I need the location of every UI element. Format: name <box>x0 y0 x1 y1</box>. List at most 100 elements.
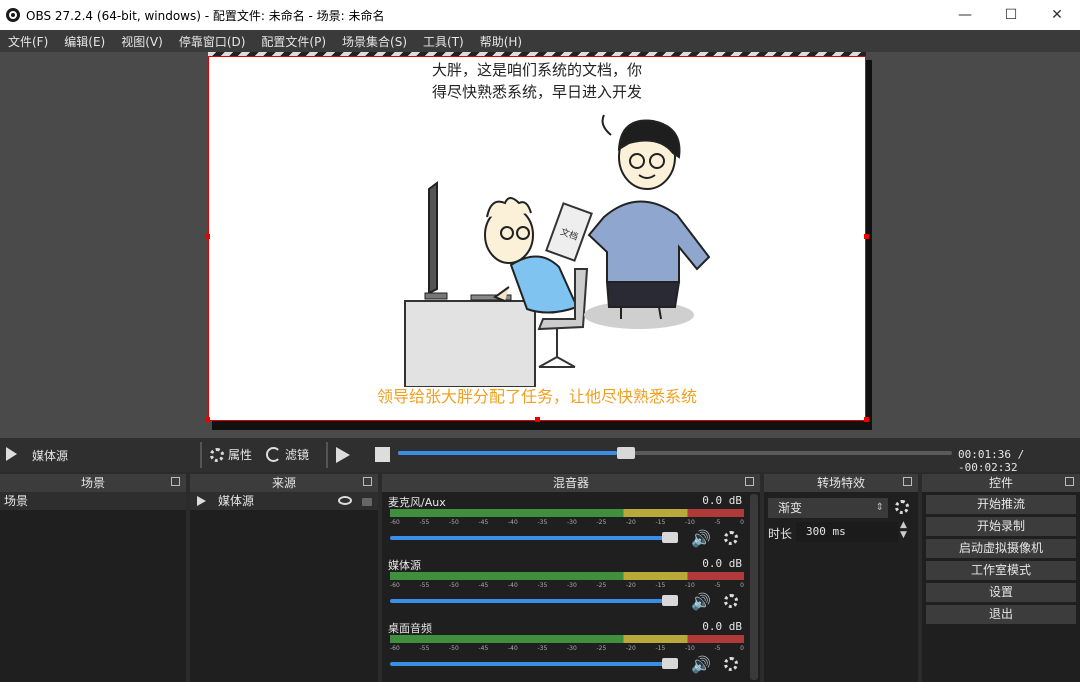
controls-dock: 控件 开始推流 开始录制 启动虚拟摄像机 工作室模式 设置 退出 <box>922 474 1080 682</box>
meter-tick-label: -60 <box>390 645 400 652</box>
caption-bottom: 领导给张大胖分配了任务，让他尽快熟悉系统 <box>376 387 697 406</box>
media-seek-slider[interactable] <box>398 447 952 459</box>
menu-help[interactable]: 帮助(H) <box>472 33 530 50</box>
mixer-channel-db: 0.0 dB <box>702 494 742 507</box>
undock-icon[interactable] <box>171 477 180 486</box>
scene-item[interactable]: 场景 <box>0 492 186 510</box>
resize-handle-l[interactable] <box>205 234 210 239</box>
resize-handle-bl[interactable] <box>205 417 210 422</box>
volume-slider-thumb[interactable] <box>662 658 678 669</box>
undock-icon[interactable] <box>745 477 754 486</box>
volume-slider-thumb[interactable] <box>662 595 678 606</box>
media-play-icon[interactable] <box>336 447 350 463</box>
speaker-icon[interactable]: 🔊 <box>691 655 711 674</box>
preview-area[interactable]: 大胖，这是咱们系统的文档，你 得尽快熟悉系统，早日进入开发 文档 领导给张大胖分… <box>0 52 1080 438</box>
volume-meter <box>390 509 744 517</box>
meter-tick-label: -40 <box>508 519 518 526</box>
scenes-list[interactable]: 场景 <box>0 492 186 682</box>
start-virtual-camera-button[interactable]: 启动虚拟摄像机 <box>926 539 1076 558</box>
meter-tick-label: -30 <box>567 645 577 652</box>
meter-tick-label: 0 <box>740 582 744 589</box>
transition-settings-gear-icon[interactable] <box>895 500 909 514</box>
resize-handle-r[interactable] <box>864 234 869 239</box>
scenes-dock: 场景 场景 <box>0 474 186 682</box>
undock-icon[interactable] <box>903 477 912 486</box>
controls-dock-header: 控件 <box>922 474 1080 492</box>
menu-scene-collection[interactable]: 场景集合(S) <box>334 33 415 50</box>
meter-tick-label: -25 <box>596 582 607 589</box>
menu-view[interactable]: 视图(V) <box>113 33 171 50</box>
properties-button[interactable]: 属性 <box>210 446 252 463</box>
seek-thumb[interactable] <box>616 447 635 459</box>
menu-docks[interactable]: 停靠窗口(D) <box>171 33 254 50</box>
resize-handle-br[interactable] <box>864 417 869 422</box>
meter-tick-label: -60 <box>390 582 400 589</box>
transitions-title: 转场特效 <box>816 476 865 490</box>
meter-tick-label: -5 <box>714 645 721 652</box>
source-item[interactable]: 媒体源 <box>190 492 378 510</box>
media-time: 00:01:36 / -00:02:32 <box>958 448 1025 474</box>
properties-label: 属性 <box>228 448 253 462</box>
speaker-icon[interactable]: 🔊 <box>691 529 711 548</box>
close-button[interactable]: ✕ <box>1034 0 1080 30</box>
preview-canvas[interactable]: 大胖，这是咱们系统的文档，你 得尽快熟悉系统，早日进入开发 文档 领导给张大胖分… <box>208 56 866 421</box>
resize-handle-b[interactable] <box>535 417 540 422</box>
mixer-channel-db: 0.0 dB <box>702 557 742 570</box>
speaker-icon[interactable]: 🔊 <box>691 592 711 611</box>
meter-tick-label: -35 <box>537 582 548 589</box>
meter-tick-label: -10 <box>685 519 695 526</box>
canvas-top-hatch <box>208 52 866 56</box>
sources-list[interactable]: 媒体源 <box>190 492 378 682</box>
sources-dock: 来源 媒体源 <box>190 474 378 682</box>
studio-mode-button[interactable]: 工作室模式 <box>926 561 1076 580</box>
undock-icon[interactable] <box>1065 477 1074 486</box>
filters-label: 滤镜 <box>285 448 310 462</box>
mixer-channel-name: 媒体源 <box>388 559 421 572</box>
filter-icon <box>266 447 281 462</box>
toolbar-divider <box>200 442 202 468</box>
meter-tick-label: 0 <box>740 519 744 526</box>
mixer-channel-name: 桌面音频 <box>388 622 432 635</box>
maximize-button[interactable]: ☐ <box>988 0 1034 30</box>
start-streaming-button[interactable]: 开始推流 <box>926 495 1076 514</box>
menu-edit[interactable]: 编辑(E) <box>56 33 113 50</box>
channel-settings-gear-icon[interactable] <box>724 657 738 671</box>
source-toolbar: 媒体源 属性 滤镜 00:01:36 / -00:02:32 <box>0 438 1080 474</box>
mixer-channel: 麦克风/Aux 0.0 dB -60 -55 -50 -45 -40 -35 -30 -25-… <box>386 494 744 556</box>
volume-slider[interactable] <box>390 595 678 606</box>
exit-button[interactable]: 退出 <box>926 605 1076 624</box>
seek-fill <box>398 451 617 455</box>
volume-slider[interactable] <box>390 532 678 543</box>
play-icon[interactable] <box>6 447 17 461</box>
volume-slider-thumb[interactable] <box>662 532 678 543</box>
lock-icon[interactable] <box>362 498 372 506</box>
menu-file[interactable]: 文件(F) <box>0 33 56 50</box>
transition-select[interactable]: 渐变 ⇕ <box>768 498 888 518</box>
spin-arrows-icon[interactable]: ▲ ▼ <box>900 520 907 540</box>
channel-settings-gear-icon[interactable] <box>724 531 738 545</box>
play-icon[interactable] <box>197 496 206 506</box>
eye-icon[interactable] <box>338 496 352 505</box>
meter-ticks: -60 -55 -50 -45 -40 -35 -30 -25 -20 -15 -10 -5 0 <box>390 582 744 590</box>
minimize-button[interactable]: — <box>942 0 988 30</box>
transitions-dock: 转场特效 渐变 ⇕ 时长 300 ms ▲ ▼ <box>764 474 918 682</box>
menu-tools[interactable]: 工具(T) <box>415 33 472 50</box>
mixer-scrollbar[interactable] <box>750 494 758 680</box>
start-recording-button[interactable]: 开始录制 <box>926 517 1076 536</box>
channel-settings-gear-icon[interactable] <box>724 594 738 608</box>
settings-button[interactable]: 设置 <box>926 583 1076 602</box>
volume-meter <box>390 635 744 643</box>
meter-tick-label: -60 <box>390 519 400 526</box>
filters-button[interactable]: 滤镜 <box>266 446 309 463</box>
meter-tick-label: -50 <box>449 645 459 652</box>
menu-profile[interactable]: 配置文件(P) <box>253 33 334 50</box>
volume-slider[interactable] <box>390 658 678 669</box>
mixer-channel: 媒体源 0.0 dB -60 -55 -50 -45 -40 -35 -30 -25 -20 -1… <box>386 557 744 619</box>
undock-icon[interactable] <box>363 477 372 486</box>
transitions-body: 渐变 ⇕ 时长 300 ms ▲ ▼ <box>764 492 918 682</box>
window-titlebar: OBS 27.2.4 (64-bit, windows) - 配置文件: 未命名… <box>0 0 1080 30</box>
media-stop-icon[interactable] <box>375 447 390 462</box>
duration-spinbox[interactable]: 300 ms <box>796 522 898 542</box>
meter-tick-label: -10 <box>685 582 695 589</box>
gear-icon <box>210 447 224 462</box>
